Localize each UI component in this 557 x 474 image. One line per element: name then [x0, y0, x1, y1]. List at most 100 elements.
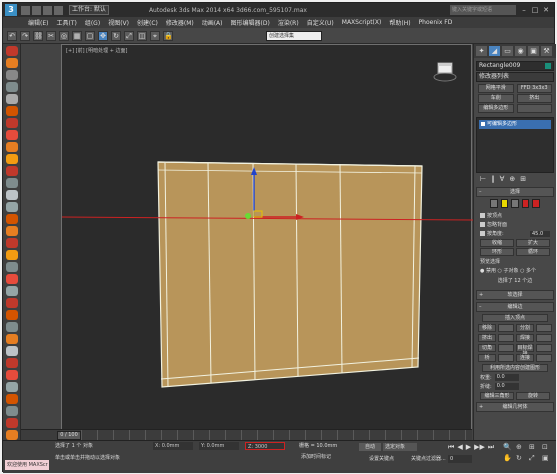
extrude-settings-icon[interactable] — [498, 334, 514, 342]
script-tool-icon[interactable] — [6, 418, 18, 428]
polygon-level-icon[interactable] — [521, 199, 530, 208]
search-input[interactable]: 键入关键字或短语 — [450, 5, 516, 15]
play-icon[interactable]: ▶ — [466, 443, 471, 452]
chamfer-settings-icon[interactable] — [498, 344, 514, 352]
new-file-icon[interactable] — [21, 5, 30, 15]
modify-tab-icon[interactable]: ◢ — [489, 46, 500, 56]
edge-level-icon[interactable] — [500, 199, 509, 208]
script-tool-icon[interactable] — [6, 286, 18, 296]
named-selection-set-input[interactable]: 创建选择集 — [266, 30, 322, 41]
script-tool-icon[interactable] — [6, 118, 18, 128]
script-tool-icon[interactable] — [6, 298, 18, 308]
ignore-backface-checkbox[interactable]: 忽略背面 — [480, 221, 550, 228]
app-logo[interactable]: 3 — [5, 4, 17, 16]
modifier-set-button[interactable]: FFD 3x3x3 — [516, 84, 552, 93]
menu-item-9[interactable]: 自定义(U) — [307, 18, 334, 27]
remove-modifier-icon[interactable]: ⊕ — [509, 175, 515, 183]
menu-item-12[interactable]: Phoenix FD — [419, 19, 453, 26]
link-icon[interactable]: ⛓ — [33, 30, 43, 41]
menu-item-11[interactable]: 帮助(H) — [389, 18, 410, 27]
connect-button[interactable]: 连接 — [516, 354, 534, 362]
z-coordinate[interactable]: Z: 3000 — [245, 442, 285, 450]
script-tool-icon[interactable] — [6, 226, 18, 236]
stack-item-editable-poly[interactable]: 可编辑多边形 — [479, 120, 551, 129]
extrude-button[interactable]: 挤出 — [478, 334, 496, 342]
ring-button[interactable]: 环形 — [480, 248, 514, 256]
create-tab-icon[interactable]: ✦ — [476, 46, 487, 56]
configure-sets-icon[interactable]: ⊞ — [520, 175, 526, 183]
menu-item-6[interactable]: 动画(A) — [202, 18, 223, 27]
hierarchy-tab-icon[interactable]: ▭ — [502, 46, 513, 56]
close-button[interactable]: ✕ — [542, 6, 550, 14]
grow-button[interactable]: 扩大 — [516, 239, 550, 247]
script-tool-icon[interactable] — [6, 46, 18, 56]
script-tool-icon[interactable] — [6, 106, 18, 116]
script-tool-icon[interactable] — [6, 190, 18, 200]
undo-icon[interactable] — [54, 5, 63, 15]
split-button[interactable]: 分割 — [516, 324, 534, 332]
go-to-start-icon[interactable]: ⏮ — [448, 443, 454, 452]
minimize-button[interactable]: – — [520, 6, 528, 14]
motion-tab-icon[interactable]: ◉ — [515, 46, 526, 56]
pan-icon[interactable]: ✋ — [503, 454, 513, 463]
select-object-icon[interactable]: ▢ — [85, 30, 95, 41]
edit-triangulation-button[interactable]: 编辑三角形 — [480, 392, 514, 400]
make-unique-icon[interactable]: ∀ — [500, 175, 505, 183]
script-tool-icon[interactable] — [6, 130, 18, 140]
save-file-icon[interactable] — [43, 5, 52, 15]
create-shape-button[interactable]: 利用所选内容创建图形 — [482, 364, 548, 372]
weld-settings-icon[interactable] — [536, 334, 552, 342]
angle-spinner[interactable]: 45.0 — [530, 230, 550, 237]
redo-icon[interactable]: ↷ — [20, 30, 30, 41]
crease-spinner[interactable]: 0.0 — [494, 383, 519, 390]
auto-key-button[interactable]: 自动 — [359, 443, 381, 451]
zoom-icon[interactable]: 🔍 — [503, 443, 513, 451]
show-end-result-icon[interactable]: ‖ — [491, 175, 495, 183]
shrink-button[interactable]: 收缩 — [480, 239, 514, 247]
front-viewport[interactable]: [+] [前] [明暗处理 + 边面] — [61, 44, 473, 434]
menu-item-3[interactable]: 视图(V) — [108, 18, 129, 27]
checkbox-box[interactable] — [480, 231, 485, 236]
menu-item-5[interactable]: 修改器(M) — [166, 18, 194, 27]
menu-item-1[interactable]: 工具(T) — [56, 18, 76, 27]
script-tool-icon[interactable] — [6, 202, 18, 212]
rollout-edit-edges[interactable]: – 编辑边 — [476, 302, 554, 312]
chamfer-button[interactable]: 切角 — [478, 344, 496, 352]
current-frame-input[interactable]: 0 — [448, 455, 472, 463]
script-tool-icon[interactable] — [6, 406, 18, 416]
maximize-button[interactable]: □ — [531, 6, 539, 14]
time-slider[interactable]: 0 / 100 — [57, 431, 81, 440]
weight-spinner[interactable]: 0.0 — [494, 374, 519, 381]
go-to-end-icon[interactable]: ⏭ — [488, 443, 494, 452]
menu-item-4[interactable]: 创建(C) — [137, 18, 158, 27]
remove-settings-icon[interactable] — [498, 324, 514, 332]
select-move-icon[interactable]: ✥ — [98, 30, 108, 41]
script-tool-icon[interactable] — [6, 58, 18, 68]
script-tool-icon[interactable] — [6, 322, 18, 332]
weld-button[interactable]: 焊接 — [516, 334, 534, 342]
display-tab-icon[interactable]: ▣ — [528, 46, 539, 56]
checkbox-box[interactable] — [480, 213, 485, 218]
script-tool-icon[interactable] — [6, 94, 18, 104]
menu-item-7[interactable]: 图形编辑器(D) — [231, 18, 270, 27]
modifier-set-button[interactable]: 挤出 — [516, 94, 552, 103]
rollout-selection[interactable]: – 选择 — [476, 187, 554, 197]
menu-item-8[interactable]: 渲染(R) — [278, 18, 299, 27]
unlink-icon[interactable]: ✂ — [46, 30, 56, 41]
loop-button[interactable]: 循环 — [516, 248, 550, 256]
maxscript-listener[interactable]: 欢迎使用 MAXScr — [5, 460, 49, 470]
menu-item-2[interactable]: 组(G) — [85, 18, 100, 27]
by-angle-checkbox[interactable]: 按角度: 45.0 — [480, 230, 550, 237]
script-tool-icon[interactable] — [6, 430, 18, 440]
add-time-tag[interactable]: 添加时间标记 — [301, 453, 331, 460]
modifier-list-dropdown[interactable]: 修改器列表 — [476, 72, 554, 82]
vertex-level-icon[interactable] — [490, 199, 498, 208]
script-tool-icon[interactable] — [6, 334, 18, 344]
open-file-icon[interactable] — [32, 5, 41, 15]
zoom-extents-icon[interactable]: ⊞ — [529, 443, 539, 451]
script-tool-icon[interactable] — [6, 358, 18, 368]
modifier-set-button[interactable]: 车削 — [478, 94, 514, 103]
script-tool-icon[interactable] — [6, 370, 18, 380]
rollout-soft-selection[interactable]: + 软选择 — [476, 290, 554, 300]
undo-icon[interactable]: ↶ — [7, 30, 17, 41]
